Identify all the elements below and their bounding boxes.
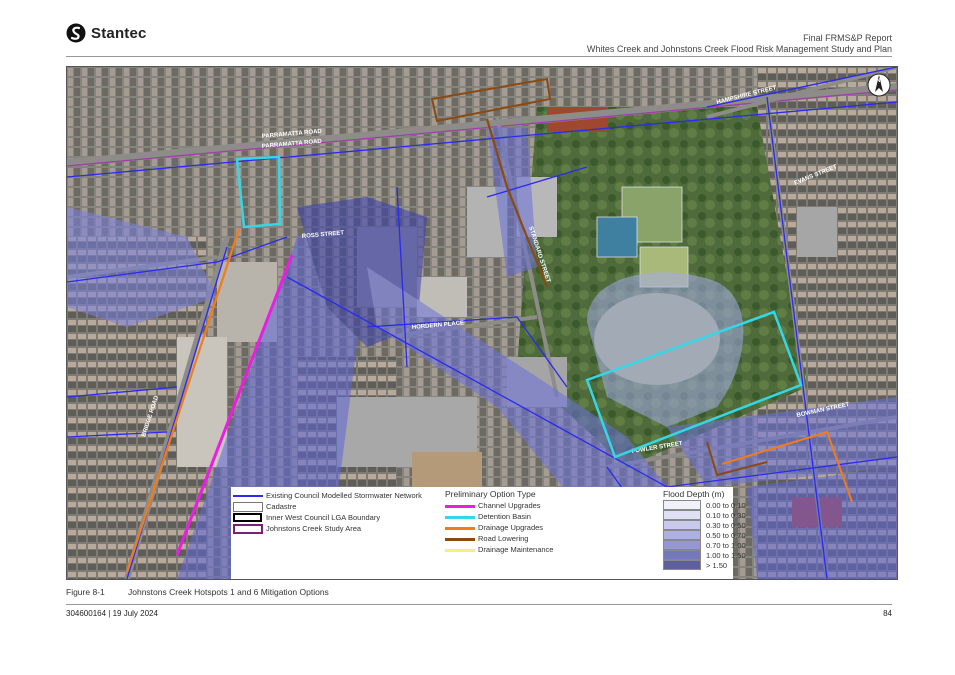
depth-swatch	[663, 530, 701, 540]
legend-line-symbol	[445, 523, 475, 533]
network-legend: Existing Council Modelled Stormwater Net…	[233, 490, 422, 534]
legend-item: 0.30 to 0.50	[663, 520, 746, 530]
legend-label: 0.10 to 0.30	[706, 510, 746, 520]
legend-box-symbol	[233, 523, 263, 534]
legend-label: 0.70 to 1.00	[706, 540, 746, 550]
flood-depth-legend: Flood Depth (m) 0.00 to 0.10 0.10 to 0.3…	[663, 489, 746, 570]
figure-title: Johnstons Creek Hotspots 1 and 6 Mitigat…	[128, 587, 329, 597]
legend-item: 0.00 to 0.10	[663, 500, 746, 510]
stantec-logo-icon	[66, 23, 86, 43]
svg-text:N: N	[876, 78, 880, 84]
legend-label: 0.30 to 0.50	[706, 520, 746, 530]
legend-line-symbol	[233, 491, 263, 501]
legend-item: Detention Basin	[445, 511, 553, 522]
report-title: Final FRMS&P Report	[803, 33, 892, 43]
stantec-logo: Stantec	[66, 23, 147, 43]
legend-item: Drainage Upgrades	[445, 522, 553, 533]
depth-swatch	[663, 560, 701, 570]
legend-item: Johnstons Creek Study Area	[233, 523, 422, 534]
legend-item: Cadastre	[233, 501, 422, 512]
option-legend-title: Preliminary Option Type	[445, 489, 536, 499]
legend-label: Inner West Council LGA Boundary	[266, 513, 381, 522]
legend-line-symbol	[445, 512, 475, 522]
legend-line-symbol	[445, 534, 475, 544]
legend-item: 1.00 to 1.50	[663, 550, 746, 560]
depth-swatch	[663, 500, 701, 510]
legend-item: Channel Upgrades	[445, 500, 553, 511]
legend-label: Road Lowering	[478, 534, 529, 543]
company-name: Stantec	[91, 24, 147, 42]
legend-label: Channel Upgrades	[478, 501, 541, 510]
legend-label: Drainage Upgrades	[478, 523, 544, 532]
legend-label: 1.00 to 1.50	[706, 550, 746, 560]
report-header: Final FRMS&P Report Whites Creek and Joh…	[587, 33, 892, 55]
depth-swatch	[663, 520, 701, 530]
depth-swatch	[663, 550, 701, 560]
legend-thick-box-symbol	[233, 512, 263, 523]
legend-item: Road Lowering	[445, 533, 553, 544]
legend-label: 0.00 to 0.10	[706, 500, 746, 510]
flood-map: PARRAMATTA ROAD PARRAMATTA ROAD BRIDGE R…	[66, 66, 898, 580]
header-divider	[66, 56, 892, 57]
figure-caption: Figure 8-1 Johnstons Creek Hotspots 1 and…	[66, 587, 329, 597]
map-legend: Existing Council Modelled Stormwater Net…	[231, 487, 746, 579]
depth-swatch	[663, 540, 701, 550]
legend-item: 0.50 to 0.70	[663, 530, 746, 540]
legend-label: Detention Basin	[478, 512, 531, 521]
legend-box-symbol	[233, 501, 263, 512]
page-number: 84	[883, 609, 892, 618]
legend-label: Cadastre	[266, 502, 297, 511]
legend-item: Existing Council Modelled Stormwater Net…	[233, 490, 422, 501]
legend-item: Inner West Council LGA Boundary	[233, 512, 422, 523]
footer-divider	[66, 604, 892, 605]
legend-label: Johnstons Creek Study Area	[266, 524, 362, 533]
document-reference: 304600164 | 19 July 2024	[66, 609, 158, 618]
legend-label: > 1.50	[706, 560, 728, 570]
figure-number: Figure 8-1	[66, 587, 105, 597]
depth-swatch	[663, 510, 701, 520]
legend-item: 0.70 to 1.00	[663, 540, 746, 550]
flood-depth-legend-title: Flood Depth (m)	[663, 489, 725, 499]
legend-item: > 1.50	[663, 560, 746, 570]
report-subtitle: Whites Creek and Johnstons Creek Flood R…	[586, 44, 892, 54]
north-arrow-icon: N	[867, 73, 891, 97]
legend-item: 0.10 to 0.30	[663, 510, 746, 520]
legend-label: Existing Council Modelled Stormwater Net…	[266, 491, 422, 500]
legend-line-symbol	[445, 501, 475, 511]
legend-item: Drainage Maintenance	[445, 544, 553, 555]
legend-label: 0.50 to 0.70	[706, 530, 746, 540]
legend-label: Drainage Maintenance	[478, 545, 554, 554]
option-legend: Preliminary Option Type Channel Upgrades…	[445, 489, 553, 555]
legend-line-symbol	[445, 545, 475, 555]
